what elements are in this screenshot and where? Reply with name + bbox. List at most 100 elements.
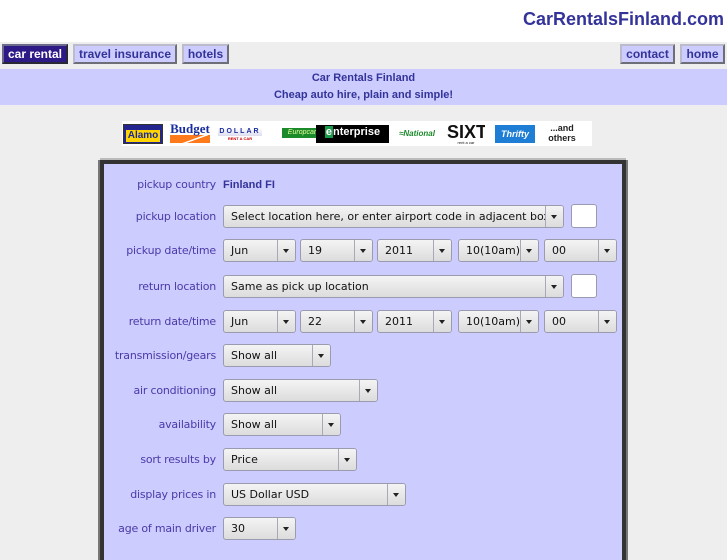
banner-tagline: Cheap auto hire, plain and simple! (273, 89, 454, 101)
nav-bar: car rental travel insurance hotels conta… (0, 42, 727, 69)
alamo-logo-text: Alamo (125, 130, 161, 142)
air-conditioning-select[interactable]: Show all (223, 379, 378, 402)
budget-logo-stripe (170, 135, 210, 143)
pickup-location-selected: Select location here, or enter airport c… (231, 210, 563, 223)
currency-value: US Dollar USD (231, 488, 310, 501)
pickup-datetime-row: pickup date/time Jun 19 2011 10(10am): 0… (104, 239, 622, 263)
availability-label: availability (158, 418, 217, 431)
availability-select[interactable]: Show all (223, 413, 341, 436)
chevron-down-icon (545, 276, 563, 297)
pickup-location-row: pickup location Select location here, or… (104, 204, 622, 229)
alamo-logo: Alamo (123, 124, 163, 144)
pickup-location-select[interactable]: Select location here, or enter airport c… (223, 205, 564, 228)
nav-contact[interactable]: contact (620, 44, 675, 64)
chevron-down-icon (387, 484, 405, 505)
and-others-text: ...and others (542, 123, 582, 144)
pickup-airport-code-input[interactable] (571, 204, 597, 228)
pickup-day-value: 19 (308, 244, 322, 257)
return-minute-value: 00 (552, 315, 566, 328)
rental-company-logos: Alamo Budget DOLLAR RENT A CAR Europcar … (122, 121, 592, 146)
chevron-down-icon (520, 311, 538, 332)
site-title[interactable]: CarRentalsFinland.com (523, 9, 724, 30)
air-conditioning-label: air conditioning (133, 384, 217, 397)
sort-by-label: sort results by (140, 453, 216, 466)
pickup-year-value: 2011 (385, 244, 413, 257)
air-conditioning-value: Show all (231, 384, 278, 397)
pickup-month-select[interactable]: Jun (223, 239, 296, 262)
chevron-down-icon (598, 311, 616, 332)
pickup-minute-select[interactable]: 00 (544, 239, 617, 262)
enterprise-logo-text: nterprise (333, 126, 381, 138)
return-year-value: 2011 (385, 315, 413, 328)
chevron-down-icon (312, 345, 330, 366)
pickup-hour-select[interactable]: 10(10am): (458, 239, 539, 262)
dollar-logo: DOLLAR RENT A CAR (218, 123, 262, 144)
dollar-logo-text: DOLLAR (218, 128, 262, 136)
sixt-logo: SIXT rent a car (447, 123, 485, 144)
enterprise-logo-e: e (324, 126, 334, 138)
chevron-down-icon (433, 240, 451, 261)
return-datetime-row: return date/time Jun 22 2011 10(10am): 0… (104, 310, 622, 334)
national-logo-text: National (403, 129, 435, 138)
budget-logo-text: Budget (170, 123, 210, 136)
currency-row: display prices in US Dollar USD (104, 483, 622, 507)
chevron-down-icon (359, 380, 377, 401)
and-others-line1: ...and (550, 123, 574, 133)
return-airport-code-input[interactable] (571, 274, 597, 298)
pickup-year-select[interactable]: 2011 (377, 239, 452, 262)
chevron-down-icon (338, 449, 356, 470)
nav-home[interactable]: home (680, 44, 725, 64)
nav-travel-insurance[interactable]: travel insurance (73, 44, 177, 64)
return-hour-value: 10(10am): (466, 315, 524, 328)
return-location-select[interactable]: Same as pick up location (223, 275, 564, 298)
sort-by-row: sort results by Price (104, 448, 622, 472)
chevron-down-icon (277, 311, 295, 332)
nav-hotels[interactable]: hotels (182, 44, 229, 64)
enterprise-logo: enterprise (316, 125, 389, 143)
availability-row: availability Show all (104, 413, 622, 437)
pickup-minute-value: 00 (552, 244, 566, 257)
return-hour-select[interactable]: 10(10am): (458, 310, 539, 333)
pickup-hour-value: 10(10am): (466, 244, 524, 257)
transmission-select[interactable]: Show all (223, 344, 331, 367)
and-others-line2: others (548, 133, 576, 143)
banner-title: Car Rentals Finland (311, 72, 416, 84)
chevron-down-icon (545, 206, 563, 227)
chevron-down-icon (354, 311, 372, 332)
nav-car-rental[interactable]: car rental (2, 44, 68, 64)
driver-age-label: age of main driver (118, 522, 216, 535)
return-day-select[interactable]: 22 (300, 310, 373, 333)
return-location-label: return location (138, 280, 216, 293)
sort-by-select[interactable]: Price (223, 448, 357, 471)
pickup-month-value: Jun (231, 244, 249, 257)
air-conditioning-row: air conditioning Show all (104, 379, 622, 403)
return-month-value: Jun (231, 315, 249, 328)
return-day-value: 22 (308, 315, 322, 328)
chevron-down-icon (598, 240, 616, 261)
transmission-label: transmission/gears (114, 349, 216, 362)
header: CarRentalsFinland.com (0, 0, 727, 42)
chevron-down-icon (322, 414, 340, 435)
pickup-country-row: pickup country Finland FI (104, 173, 622, 197)
return-year-select[interactable]: 2011 (377, 310, 452, 333)
return-location-row: return location Same as pick up location (104, 274, 622, 299)
driver-age-select[interactable]: 30 (223, 517, 296, 540)
return-datetime-label: return date/time (128, 315, 216, 328)
sixt-logo-text: SIXT (447, 123, 485, 142)
dollar-logo-subtext: RENT A CAR (227, 136, 253, 141)
driver-age-row: age of main driver 30 (104, 517, 622, 541)
pickup-country-value: Finland FI (223, 179, 275, 191)
pickup-day-select[interactable]: 19 (300, 239, 373, 262)
chevron-down-icon (277, 240, 295, 261)
sort-by-value: Price (231, 453, 258, 466)
banner: Car Rentals Finland Cheap auto hire, pla… (0, 69, 727, 105)
chevron-down-icon (433, 311, 451, 332)
currency-label: display prices in (130, 488, 216, 501)
search-form-panel: pickup country Finland FI pickup locatio… (100, 160, 626, 560)
chevron-down-icon (520, 240, 538, 261)
currency-select[interactable]: US Dollar USD (223, 483, 406, 506)
return-minute-select[interactable]: 00 (544, 310, 617, 333)
national-logo: ≈National (397, 123, 437, 144)
return-month-select[interactable]: Jun (223, 310, 296, 333)
transmission-row: transmission/gears Show all (104, 344, 622, 368)
